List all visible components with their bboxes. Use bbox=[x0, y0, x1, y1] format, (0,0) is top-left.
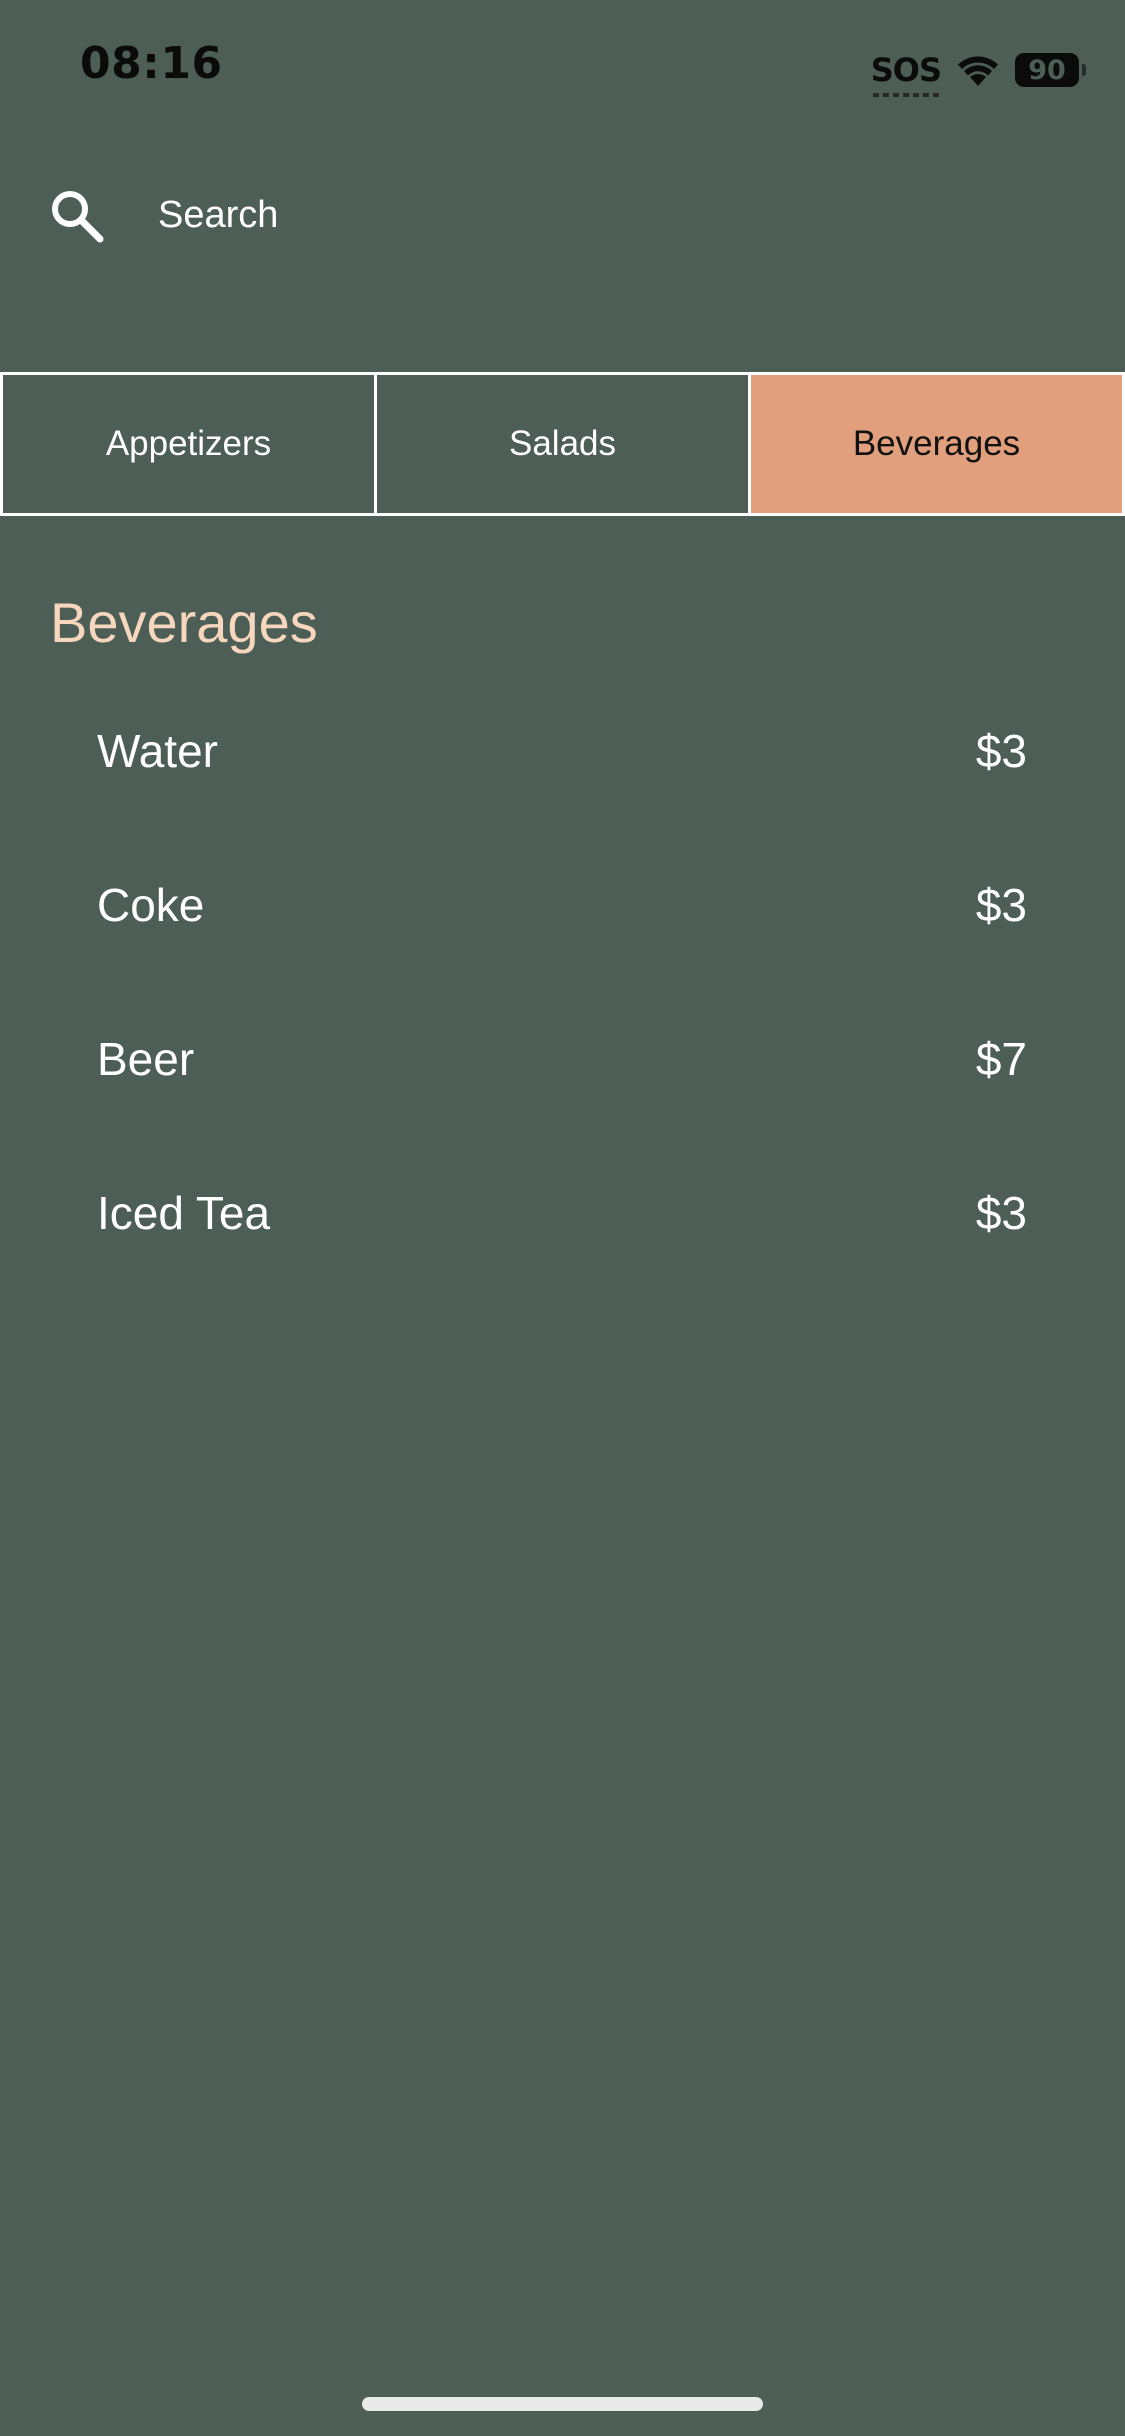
search-icon[interactable] bbox=[46, 185, 106, 245]
status-time: 08:16 bbox=[80, 38, 223, 89]
menu-item-iced-tea[interactable]: Iced Tea $3 bbox=[97, 1186, 1027, 1340]
battery-level: 90 bbox=[1028, 54, 1066, 86]
battery-icon: 90 bbox=[1015, 53, 1086, 87]
menu-item-price: $7 bbox=[975, 1033, 1027, 1085]
category-tabs: Appetizers Salads Beverages bbox=[0, 372, 1125, 516]
menu-list: Water $3 Coke $3 Beer $7 Iced Tea $3 bbox=[97, 724, 1027, 1340]
menu-item-coke[interactable]: Coke $3 bbox=[97, 878, 1027, 1032]
menu-item-price: $3 bbox=[975, 879, 1027, 931]
tab-beverages[interactable]: Beverages bbox=[751, 372, 1125, 516]
menu-item-name: Coke bbox=[97, 879, 205, 931]
search-input[interactable] bbox=[158, 185, 958, 245]
menu-item-name: Water bbox=[97, 725, 218, 777]
menu-item-price: $3 bbox=[975, 1187, 1027, 1239]
section-title: Beverages bbox=[50, 591, 318, 654]
status-indicators: SOS 90 bbox=[870, 46, 1086, 97]
wifi-icon bbox=[955, 53, 1001, 87]
tab-appetizers[interactable]: Appetizers bbox=[0, 372, 377, 516]
menu-item-price: $3 bbox=[975, 725, 1027, 777]
menu-item-beer[interactable]: Beer $7 bbox=[97, 1032, 1027, 1186]
menu-item-water[interactable]: Water $3 bbox=[97, 724, 1027, 878]
search-bar[interactable] bbox=[46, 180, 1076, 250]
battery-tip bbox=[1082, 64, 1086, 76]
sos-indicator: SOS bbox=[870, 51, 942, 97]
tab-salads[interactable]: Salads bbox=[377, 372, 751, 516]
home-indicator[interactable] bbox=[362, 2397, 763, 2411]
status-bar: 08:16 SOS 90 bbox=[0, 0, 1125, 130]
menu-item-name: Beer bbox=[97, 1033, 195, 1085]
menu-item-name: Iced Tea bbox=[97, 1187, 271, 1239]
